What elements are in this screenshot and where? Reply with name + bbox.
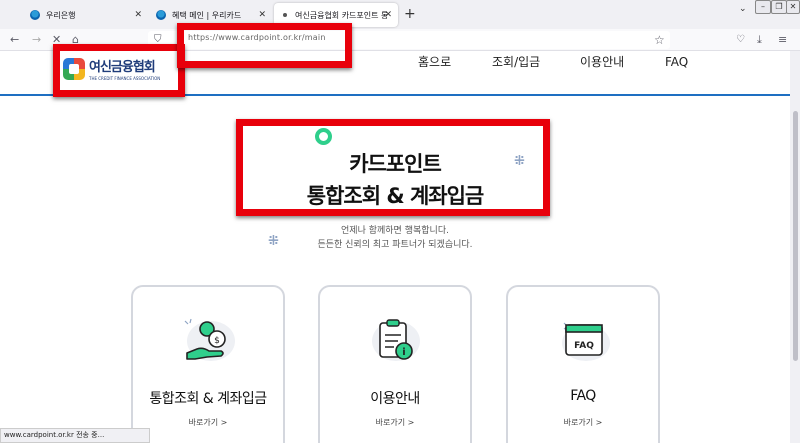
- highlight-box-title: [236, 119, 550, 216]
- hero-subtitle-line2: 든든한 신뢰의 최고 파트너가 되겠습니다.: [317, 240, 473, 250]
- scrollbar-thumb[interactable]: [793, 111, 798, 361]
- close-tab-icon[interactable]: ✕: [258, 10, 266, 20]
- restore-icon[interactable]: ❐: [771, 0, 787, 14]
- hand-coin-icon: $: [184, 318, 235, 361]
- web-page: 여신금융협회 THE CREDIT FINANCE ASSOCIATION 홈으…: [0, 51, 790, 443]
- back-icon[interactable]: ←: [10, 32, 19, 48]
- card-shortcut-link[interactable]: 바로가기 >: [320, 417, 470, 428]
- new-tab-icon[interactable]: +: [404, 6, 416, 22]
- card-shortcut-link[interactable]: 바로가기 >: [133, 417, 283, 428]
- card-shortcut-link[interactable]: 바로가기 >: [508, 417, 658, 428]
- window-close-icon[interactable]: ✕: [786, 0, 800, 14]
- chevron-down-icon[interactable]: ⌄: [739, 4, 747, 14]
- nav-inquiry-deposit[interactable]: 조회/입금: [492, 51, 540, 73]
- close-tab-icon[interactable]: ✕: [384, 10, 392, 20]
- svg-text:i: i: [402, 347, 405, 358]
- tab-title: 혜택 메인 | 우리카드: [172, 10, 242, 20]
- card-title: FAQ: [570, 388, 596, 404]
- card-title: 통합조회 & 계좌입금: [149, 391, 267, 407]
- downloads-icon[interactable]: ⤓: [757, 32, 762, 48]
- tab-title: 우리은행: [46, 10, 76, 20]
- loading-dot-icon: [283, 13, 287, 17]
- bookmark-star-icon[interactable]: ☆: [654, 32, 665, 48]
- nav-home[interactable]: 홈으로: [418, 51, 451, 73]
- nav-faq[interactable]: FAQ: [665, 51, 688, 73]
- card-guide[interactable]: i 이용안내 바로가기 >: [318, 285, 472, 443]
- highlight-box-logo: [53, 44, 185, 97]
- page-scrollbar[interactable]: [790, 51, 800, 443]
- menu-icon[interactable]: ≡: [778, 32, 787, 48]
- woori-favicon-icon: [30, 10, 40, 20]
- close-tab-icon[interactable]: ✕: [134, 10, 142, 20]
- tab-strip: 우리은행 ✕ 혜택 메인 | 우리카드 ✕ 여신금융협회 카드포인트 통합 ✕ …: [0, 0, 800, 29]
- svg-text:$: $: [214, 336, 220, 346]
- tab-woori-bank[interactable]: 우리은행 ✕: [24, 3, 148, 27]
- clipboard-info-icon: i: [372, 319, 420, 361]
- card-title: 이용안내: [370, 391, 420, 407]
- forward-icon[interactable]: →: [32, 32, 41, 48]
- svg-text:FAQ: FAQ: [574, 341, 594, 351]
- minimize-icon[interactable]: –: [755, 0, 771, 14]
- highlight-box-url: [177, 23, 352, 68]
- tab-title: 여신금융협회 카드포인트 통합: [295, 10, 387, 20]
- card-faq[interactable]: FAQ FAQ 바로가기 >: [506, 285, 660, 443]
- faq-window-icon: FAQ: [562, 322, 610, 361]
- woori-favicon-icon: [156, 10, 166, 20]
- nav-guide[interactable]: 이용안내: [580, 51, 624, 73]
- pocket-icon[interactable]: ♡: [736, 32, 745, 48]
- status-bar: www.cardpoint.or.kr 전송 중...: [0, 428, 150, 443]
- hero-subtitle-line1: 언제나 함께하면 행복합니다.: [341, 226, 449, 236]
- card-inquiry-deposit[interactable]: $ 통합조회 & 계좌입금 바로가기 >: [131, 285, 285, 443]
